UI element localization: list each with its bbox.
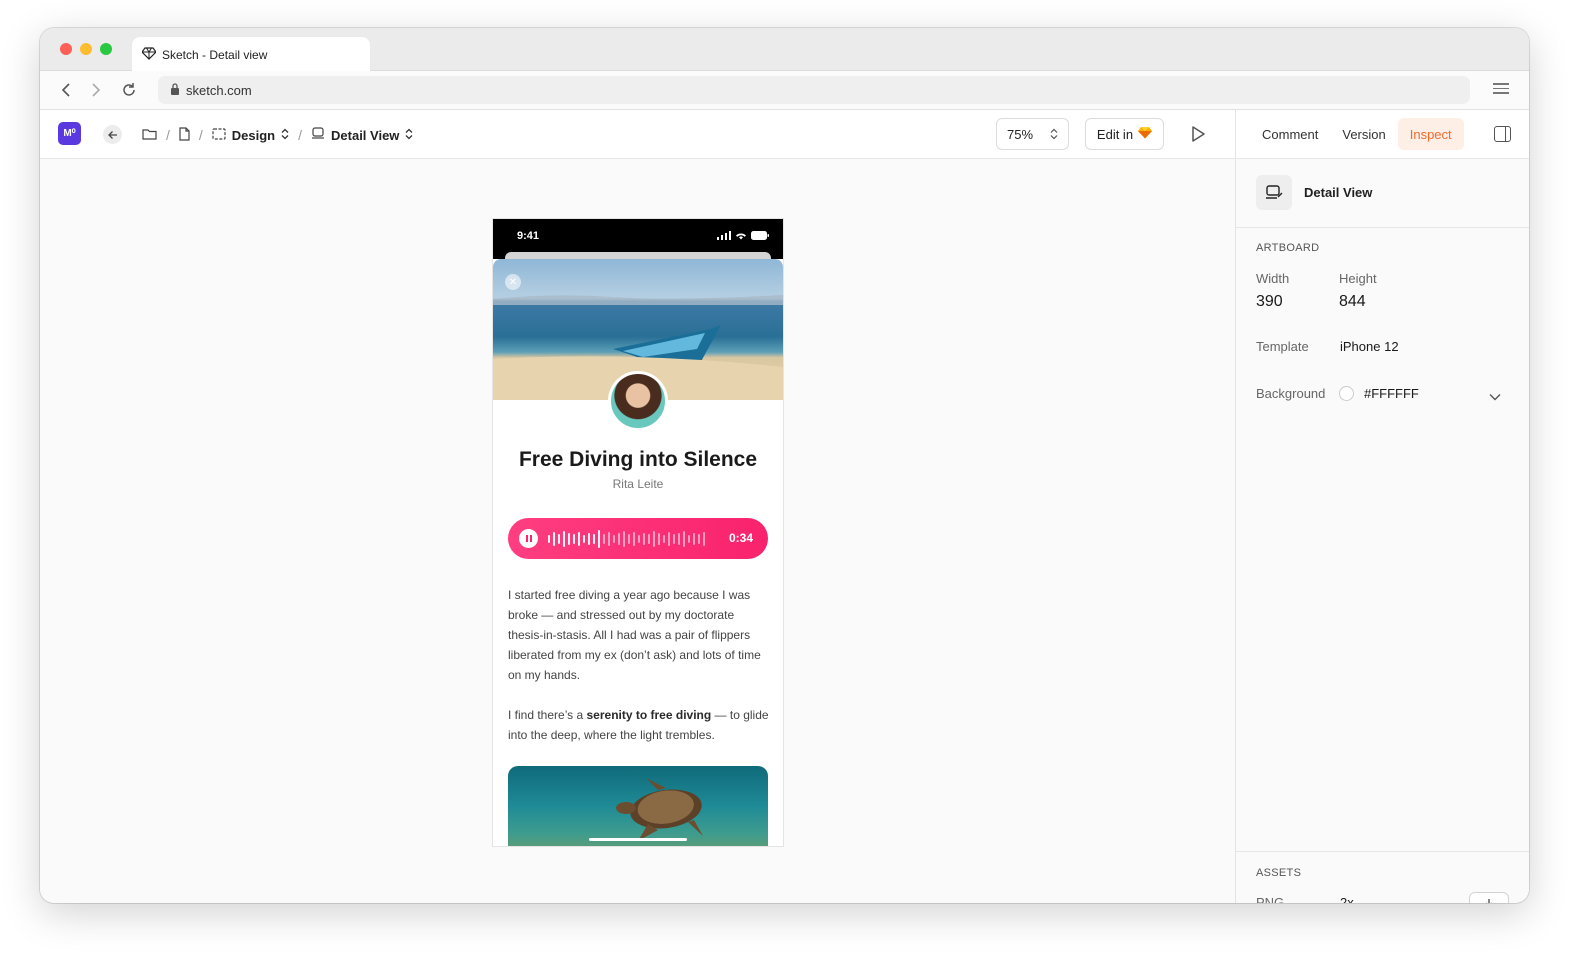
browser-tab[interactable]: Sketch - Detail view [132, 37, 370, 72]
asset-scale[interactable]: 2x [1340, 895, 1354, 903]
battery-icon [751, 231, 769, 240]
signal-icon [717, 231, 731, 240]
assets-section-label: ASSETS [1256, 867, 1302, 879]
sketch-diamond-icon [141, 46, 157, 63]
zoom-select[interactable]: 75% [996, 118, 1069, 150]
article-author: Rita Leite [612, 477, 664, 491]
background-value[interactable]: #FFFFFF [1364, 386, 1419, 401]
inspector-tabs: Comment Version Inspect [1250, 118, 1464, 150]
sketch-gem-icon [1138, 126, 1153, 142]
url-bar[interactable]: sketch.com [158, 76, 1470, 104]
inspector-header: Comment Version Inspect [1235, 110, 1529, 159]
divider [1236, 851, 1529, 852]
height-label: Height [1339, 271, 1377, 286]
play-prototype-icon[interactable] [1190, 125, 1208, 143]
status-icons [717, 231, 769, 240]
artboard-icon [1256, 175, 1292, 210]
chevron-updown-icon [281, 128, 289, 143]
chevron-down-icon[interactable] [1489, 388, 1501, 406]
breadcrumb-design-label: Design [231, 127, 276, 143]
player-time: 0:34 [728, 531, 753, 545]
home-indicator [589, 838, 687, 841]
app-toolbar: M⁰ / / Design / Detail View 75% Edit in [40, 110, 1235, 159]
page-icon [212, 127, 226, 143]
url-text: sketch.com [186, 82, 252, 98]
pause-icon[interactable] [519, 529, 538, 548]
breadcrumb-separator: / [166, 127, 170, 143]
lock-icon [170, 82, 180, 98]
breadcrumb-detail-view-label: Detail View [331, 127, 400, 143]
tab-comment[interactable]: Comment [1250, 118, 1330, 150]
paragraph-text: I find there’s a [508, 708, 587, 722]
divider [1236, 227, 1529, 228]
sidebar-toggle-icon[interactable] [1494, 126, 1511, 142]
article-paragraph: I find there’s a serenity to free diving… [508, 705, 770, 745]
width-label: Width [1256, 271, 1290, 286]
breadcrumb: / / Design / Detail View [142, 124, 413, 146]
tab-version[interactable]: Version [1330, 118, 1397, 150]
status-time: 9:41 [517, 230, 540, 242]
background-label: Background [1256, 386, 1326, 401]
browser-addressbar: sketch.com [40, 71, 1529, 110]
asset-format[interactable]: PNG [1256, 895, 1284, 903]
browser-tab-title: Sketch - Detail view [162, 47, 268, 62]
edit-in-label: Edit in [1096, 126, 1134, 142]
article-paragraph: I started free diving a year ago because… [508, 588, 761, 682]
inspector-title-label: Detail View [1304, 185, 1373, 200]
paragraph-bold-text: serenity to free diving [586, 708, 712, 722]
color-swatch[interactable] [1339, 386, 1354, 401]
edit-in-sketch-button[interactable]: Edit in [1085, 118, 1164, 150]
article-title: Free Diving into Silence [518, 448, 758, 471]
inspector-title: Detail View [1256, 175, 1372, 210]
browser-window: Sketch - Detail view sketch.com M⁰ / / D… [40, 28, 1529, 903]
download-icon[interactable] [1469, 892, 1509, 903]
template-label: Template [1256, 339, 1309, 354]
close-window-button[interactable] [60, 43, 72, 55]
breadcrumb-design[interactable]: Design [212, 128, 289, 143]
back-arrow-icon[interactable] [103, 125, 122, 144]
turtle-image [508, 766, 768, 846]
back-nav-icon[interactable] [56, 80, 76, 100]
folder-icon[interactable] [142, 128, 157, 143]
inspector-panel: Detail View ARTBOARD Width 390 Height 84… [1235, 159, 1529, 903]
document-icon[interactable] [179, 126, 190, 144]
minimize-window-button[interactable] [80, 43, 92, 55]
forward-nav-icon[interactable] [86, 80, 106, 100]
audio-player[interactable]: 0:34 [508, 518, 768, 559]
workspace-logo[interactable]: M⁰ [58, 122, 81, 145]
width-value[interactable]: 390 [1256, 293, 1283, 311]
chevron-updown-icon [405, 128, 413, 143]
author-avatar [608, 371, 668, 431]
waveform[interactable] [548, 529, 705, 549]
chevron-updown-icon [1050, 128, 1058, 140]
artboard-detail-view[interactable]: 9:41 ✕ Free Diving into Silence Rita Lei… [493, 219, 783, 846]
hamburger-menu-icon[interactable] [1493, 83, 1509, 97]
reload-icon[interactable] [119, 80, 139, 100]
artboard-section-label: ARTBOARD [1256, 242, 1320, 254]
tab-inspect[interactable]: Inspect [1397, 118, 1464, 150]
close-icon[interactable]: ✕ [505, 274, 521, 290]
breadcrumb-separator: / [298, 127, 303, 143]
zoom-value: 75% [1007, 126, 1034, 142]
browser-tabbar: Sketch - Detail view [40, 28, 1529, 72]
breadcrumb-detail-view[interactable]: Detail View [311, 127, 413, 143]
zoom-window-button[interactable] [100, 43, 112, 55]
wifi-icon [736, 233, 746, 240]
template-value[interactable]: iPhone 12 [1340, 339, 1399, 354]
design-canvas[interactable]: 9:41 ✕ Free Diving into Silence Rita Lei… [40, 159, 1235, 903]
height-value[interactable]: 844 [1339, 293, 1366, 311]
breadcrumb-separator: / [198, 127, 203, 143]
artboard-icon [311, 127, 325, 143]
